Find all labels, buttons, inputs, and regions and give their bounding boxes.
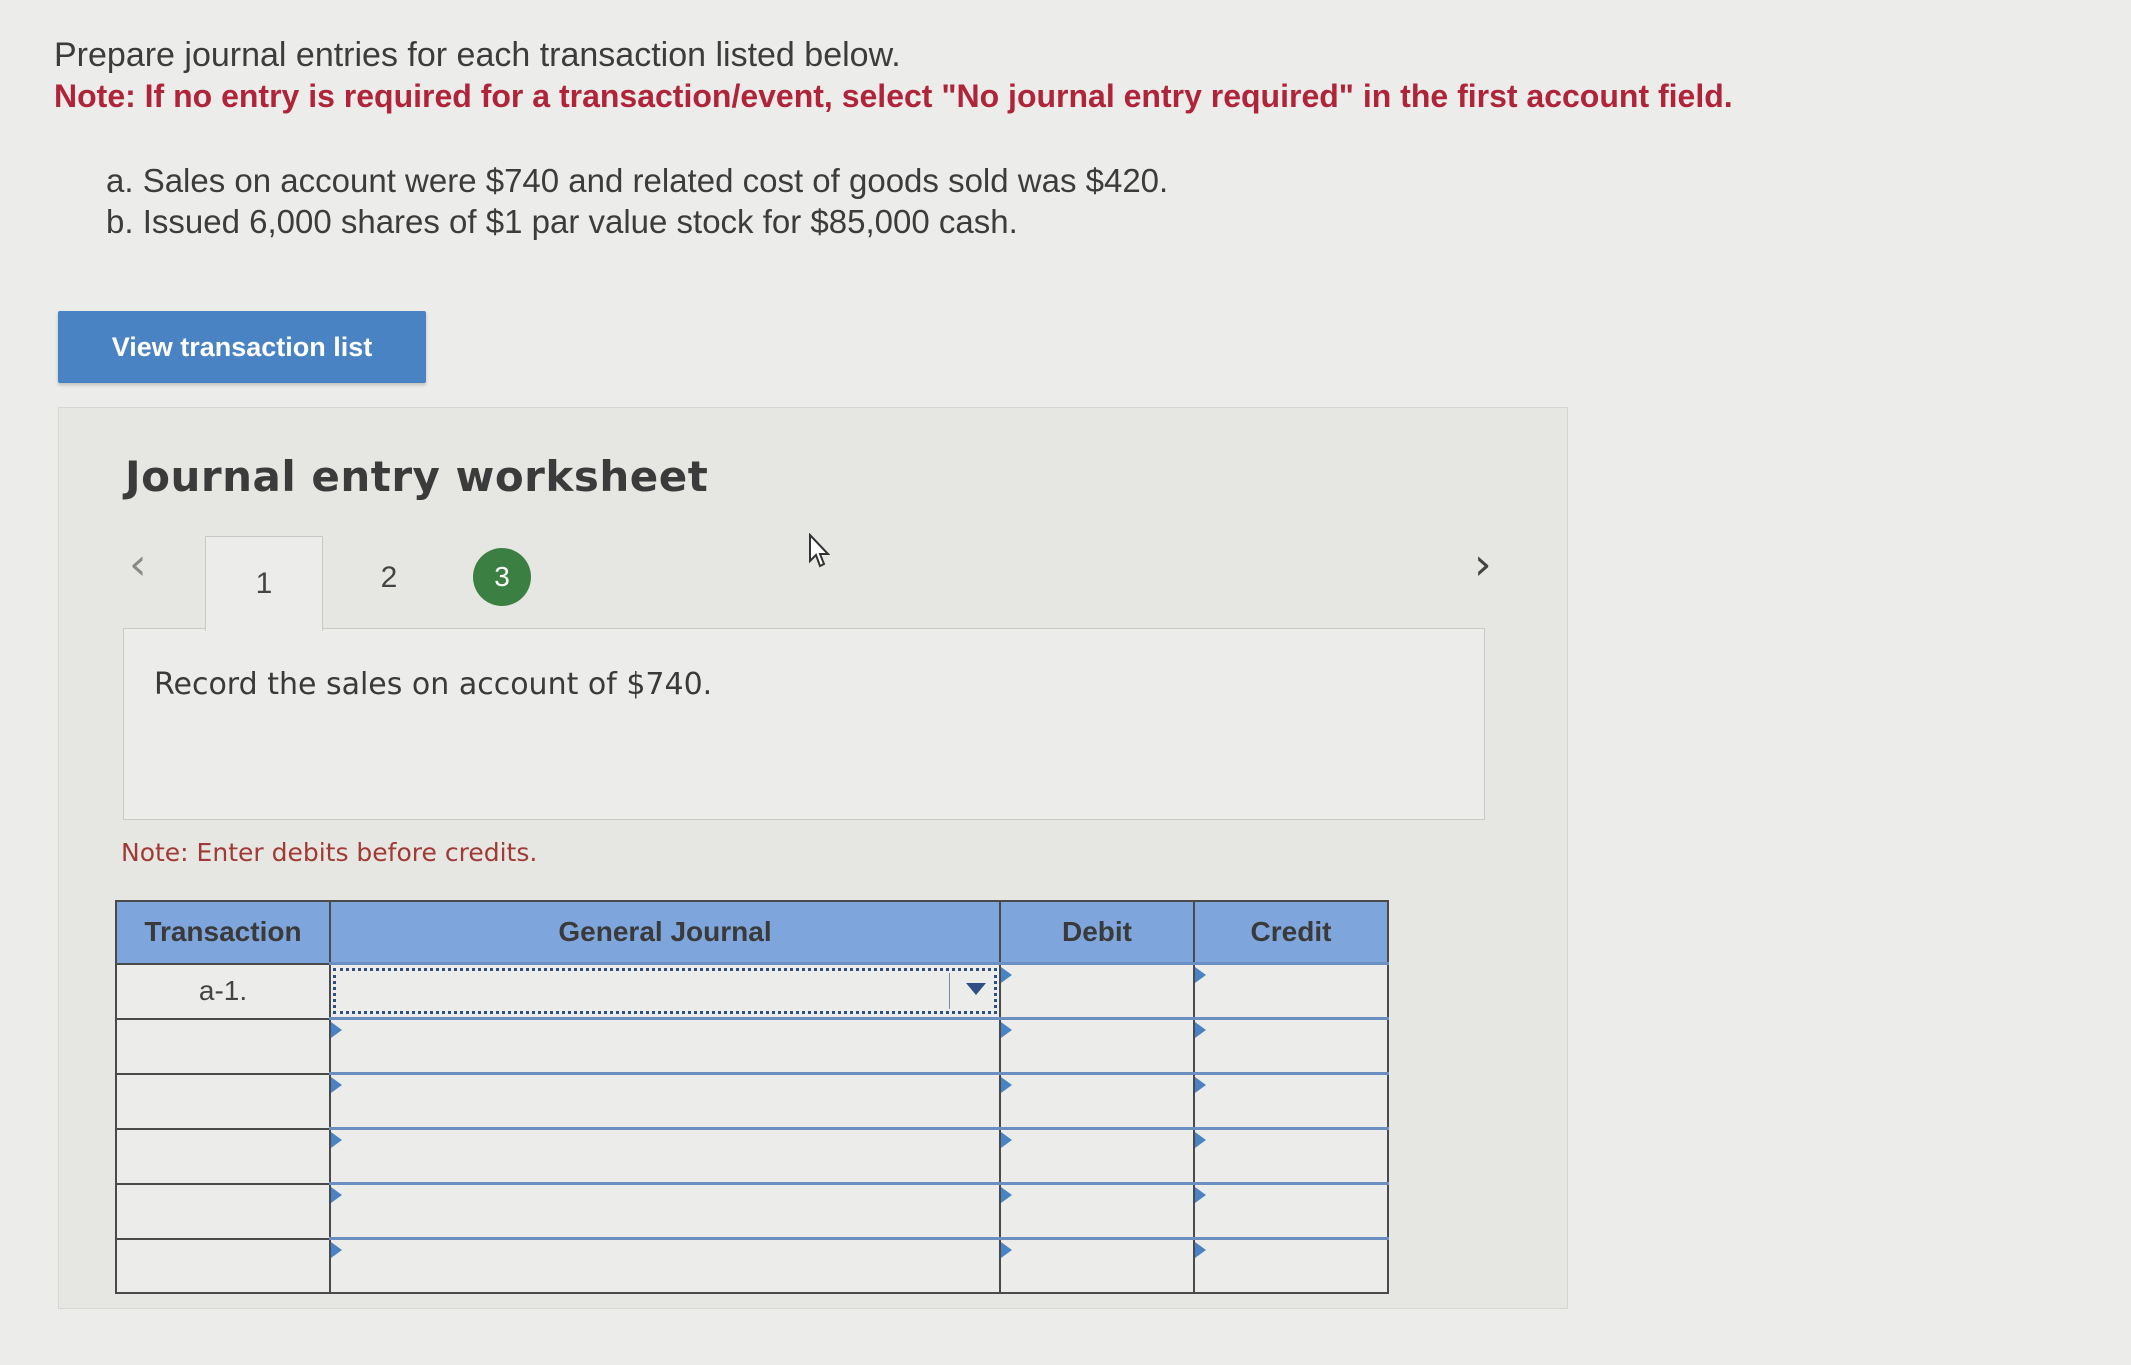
cell-marker-icon: [1195, 1242, 1206, 1258]
cell-marker-icon: [1195, 1077, 1206, 1093]
header-debit: Debit: [999, 900, 1195, 965]
cell-marker-icon: [331, 1187, 342, 1203]
instructions-note: Note: If no entry is required for a tran…: [54, 78, 1733, 114]
header-general-journal: General Journal: [329, 900, 1001, 965]
debit-input[interactable]: [999, 1127, 1195, 1185]
header-credit: Credit: [1193, 900, 1389, 965]
transaction-list: a. Sales on account were $740 and relate…: [106, 160, 1168, 242]
page: Prepare journal entries for each transac…: [0, 0, 2131, 1365]
worksheet-title: Journal entry worksheet: [125, 452, 709, 501]
header-transaction: Transaction: [115, 900, 331, 965]
credit-input[interactable]: [1193, 1072, 1389, 1130]
table-row: a-1.: [115, 962, 1389, 1020]
credit-input[interactable]: [1193, 962, 1389, 1020]
cell-marker-icon: [1001, 1077, 1012, 1093]
cell-marker-icon: [1001, 1132, 1012, 1148]
cell-marker-icon: [1195, 1187, 1206, 1203]
transaction-cell: [115, 1017, 331, 1075]
transaction-item-b: b. Issued 6,000 shares of $1 par value s…: [106, 203, 1018, 240]
debit-input[interactable]: [999, 962, 1195, 1020]
transaction-cell: [115, 1237, 331, 1294]
journal-table: Transaction General Journal Debit Credit…: [115, 900, 1389, 1294]
transaction-cell: [115, 1182, 331, 1240]
cell-marker-icon: [1001, 967, 1012, 983]
record-prompt-box: Record the sales on account of $740.: [123, 628, 1485, 820]
transaction-cell: [115, 1127, 331, 1185]
chevron-right-icon[interactable]: ›: [1474, 543, 1492, 587]
entry-note: Note: Enter debits before credits.: [121, 838, 538, 867]
cell-marker-icon: [1195, 967, 1206, 983]
account-input[interactable]: [329, 1182, 1001, 1240]
cell-marker-icon: [1001, 1187, 1012, 1203]
debit-input[interactable]: [999, 1017, 1195, 1075]
view-transaction-list-button[interactable]: View transaction list: [58, 311, 426, 383]
cell-marker-icon: [331, 1132, 342, 1148]
account-input[interactable]: [329, 1017, 1001, 1075]
account-select[interactable]: [329, 962, 1001, 1020]
tab-1[interactable]: 1: [205, 536, 323, 631]
record-prompt-text: Record the sales on account of $740.: [154, 667, 713, 702]
debit-input[interactable]: [999, 1182, 1195, 1240]
table-row: [115, 1127, 1389, 1185]
cell-marker-icon: [331, 1077, 342, 1093]
credit-input[interactable]: [1193, 1127, 1389, 1185]
transaction-item-a: a. Sales on account were $740 and relate…: [106, 162, 1169, 199]
account-input[interactable]: [329, 1237, 1001, 1294]
tab-2[interactable]: 2: [359, 548, 419, 608]
transaction-cell: a-1.: [115, 962, 331, 1020]
cell-marker-icon: [1195, 1132, 1206, 1148]
transaction-cell: [115, 1072, 331, 1130]
cell-marker-icon: [1001, 1242, 1012, 1258]
tab-3-completed[interactable]: 3: [473, 548, 531, 606]
table-row: [115, 1072, 1389, 1130]
account-dropdown[interactable]: [333, 968, 997, 1014]
cell-marker-icon: [1001, 1022, 1012, 1038]
debit-input[interactable]: [999, 1237, 1195, 1294]
instructions-text: Prepare journal entries for each transac…: [54, 36, 901, 74]
table-row: [115, 1237, 1389, 1294]
chevron-left-icon[interactable]: ‹: [129, 543, 147, 587]
credit-input[interactable]: [1193, 1017, 1389, 1075]
account-input[interactable]: [329, 1072, 1001, 1130]
debit-input[interactable]: [999, 1072, 1195, 1130]
cell-marker-icon: [331, 1022, 342, 1038]
credit-input[interactable]: [1193, 1237, 1389, 1294]
cell-marker-icon: [331, 1242, 342, 1258]
caret-down-icon[interactable]: [966, 983, 986, 995]
credit-input[interactable]: [1193, 1182, 1389, 1240]
cell-marker-icon: [1195, 1022, 1206, 1038]
account-input[interactable]: [329, 1127, 1001, 1185]
table-row: [115, 1182, 1389, 1240]
mouse-pointer-icon: [809, 533, 830, 568]
dropdown-separator: [949, 973, 950, 1009]
journal-header-row: Transaction General Journal Debit Credit: [115, 900, 1389, 965]
table-row: [115, 1017, 1389, 1075]
